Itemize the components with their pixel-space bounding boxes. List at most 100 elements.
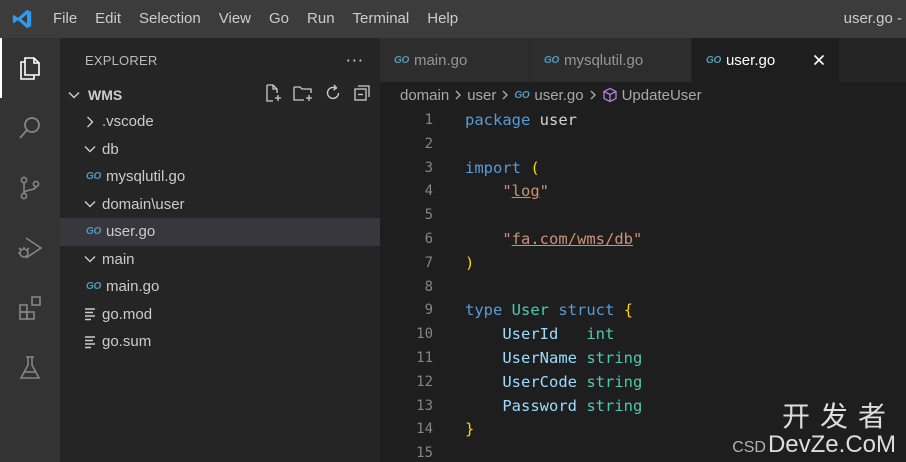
new-folder-icon[interactable] <box>292 83 314 107</box>
activity-bar <box>0 38 60 462</box>
tree-item[interactable]: go.sum <box>60 328 380 356</box>
code-line[interactable]: 12 UserCode string <box>380 370 906 394</box>
tab-main-go[interactable]: GO main.go <box>380 38 530 82</box>
code-token: UserName <box>465 349 587 367</box>
chevron-right-icon <box>498 89 512 101</box>
code-text: ) <box>465 251 474 275</box>
code-text: UserId int <box>465 322 614 346</box>
go-file-icon: GO <box>544 54 559 66</box>
code-line[interactable]: 8 <box>380 275 906 299</box>
code-line[interactable]: 7) <box>380 251 906 275</box>
code-token: { <box>623 301 634 320</box>
refresh-icon[interactable] <box>323 83 343 107</box>
go-file-icon: GO <box>86 171 101 183</box>
tree-item[interactable]: main <box>60 246 380 274</box>
code-line[interactable]: 1 package user <box>380 108 906 132</box>
menu-view[interactable]: View <box>210 0 260 38</box>
breadcrumb-item[interactable]: user <box>467 87 496 104</box>
code-line[interactable]: 2 <box>380 132 906 156</box>
workspace-header[interactable]: WMS <box>60 82 380 108</box>
tree-item-label: mysqlutil.go <box>105 168 186 186</box>
tree-item-label: user.go <box>105 223 156 241</box>
more-actions-icon[interactable]: ··· <box>346 51 364 70</box>
menu-help[interactable]: Help <box>418 0 467 38</box>
chevron-down-icon <box>82 251 98 267</box>
watermark: 开发者 CSDDevZe.CoM <box>732 402 896 458</box>
tree-item[interactable]: .vscode <box>60 108 380 136</box>
code-line[interactable]: 5 <box>380 203 906 227</box>
sidebar-header: EXPLORER ··· <box>60 38 380 82</box>
chevron-down-icon <box>66 87 82 103</box>
line-number: 14 <box>416 421 433 438</box>
code-token: type <box>465 301 503 320</box>
go-file-icon: GO <box>394 54 409 66</box>
code-token: UserId <box>465 325 587 344</box>
code-line[interactable]: 11 UserName string <box>380 346 906 370</box>
menu-edit[interactable]: Edit <box>86 0 130 38</box>
tree-item[interactable]: domain\user <box>60 191 380 219</box>
tab-mysqlutil-go[interactable]: GO mysqlutil.go <box>530 38 692 82</box>
code-token: log <box>511 182 540 201</box>
run-debug-icon[interactable] <box>0 218 60 278</box>
menu-run[interactable]: Run <box>298 0 344 38</box>
code-token: ( <box>530 158 540 177</box>
line-number: 7 <box>424 254 433 271</box>
tree-item[interactable]: go.mod <box>60 301 380 329</box>
line-number: 3 <box>424 159 433 176</box>
close-icon[interactable] <box>809 50 829 70</box>
tree-item[interactable]: db <box>60 136 380 164</box>
breadcrumb-item[interactable]: domain <box>400 87 449 104</box>
tree-item-label: domain\user <box>102 195 185 213</box>
workspace-actions <box>263 82 372 108</box>
menu-go[interactable]: Go <box>260 0 298 38</box>
tree-item-label: go.sum <box>102 333 152 351</box>
tree-item[interactable]: GO user.go <box>60 218 380 246</box>
breadcrumb-item[interactable]: user.go <box>534 87 583 104</box>
go-file-icon: GO <box>706 54 721 66</box>
new-file-icon[interactable] <box>263 83 283 107</box>
code-line[interactable]: 4 "log" <box>380 179 906 203</box>
breadcrumb-item[interactable]: UpdateUser <box>622 87 702 104</box>
menu-terminal[interactable]: Terminal <box>344 0 419 38</box>
title-bar: File Edit Selection View Go Run Terminal Help u… <box>0 0 906 38</box>
explorer-icon[interactable] <box>0 38 60 98</box>
code-line[interactable]: 10 UserId int <box>380 322 906 346</box>
method-cube-icon <box>602 87 618 103</box>
search-icon[interactable] <box>0 98 60 158</box>
code-token: struct <box>558 301 615 320</box>
code-text: type User struct { <box>465 298 633 322</box>
line-number: 6 <box>424 231 433 247</box>
extensions-icon[interactable] <box>0 278 60 338</box>
watermark-prefix: CSD <box>732 439 766 456</box>
workspace-label: WMS <box>88 87 123 103</box>
menu-selection[interactable]: Selection <box>130 0 210 38</box>
line-number: 5 <box>424 207 433 224</box>
chevron-right-icon <box>451 89 465 101</box>
code-token: UserCode <box>465 372 587 391</box>
editor-tabs: GO main.go GO mysqlutil.go GO user.go <box>380 38 906 82</box>
code-token: User <box>511 301 549 320</box>
tree-item[interactable]: GO main.go <box>60 273 380 301</box>
code-line[interactable]: 9 type User struct { <box>380 298 906 322</box>
code-token: " <box>539 182 550 201</box>
tab-user-go[interactable]: GO user.go <box>692 38 840 82</box>
code-token: user <box>530 111 577 129</box>
code-text: "fa.com/wms/db" <box>465 227 642 251</box>
line-number: 8 <box>424 278 433 295</box>
line-number: 9 <box>424 302 433 319</box>
collapse-all-icon[interactable] <box>352 83 372 107</box>
tree-item[interactable]: GO mysqlutil.go <box>60 163 380 191</box>
source-control-icon[interactable] <box>0 158 60 218</box>
menu-file[interactable]: File <box>44 0 86 38</box>
tree-item-label: main.go <box>105 278 160 296</box>
menu-bar: File Edit Selection View Go Run Terminal Help <box>44 0 467 38</box>
code-line[interactable]: 3 import ( <box>380 156 906 180</box>
code-token: " <box>502 182 512 201</box>
text-file-icon <box>84 307 96 321</box>
testing-icon[interactable] <box>0 338 60 398</box>
code-line[interactable]: 6 "fa.com/wms/db" <box>380 227 906 251</box>
window-title: user.go - <box>843 10 902 27</box>
